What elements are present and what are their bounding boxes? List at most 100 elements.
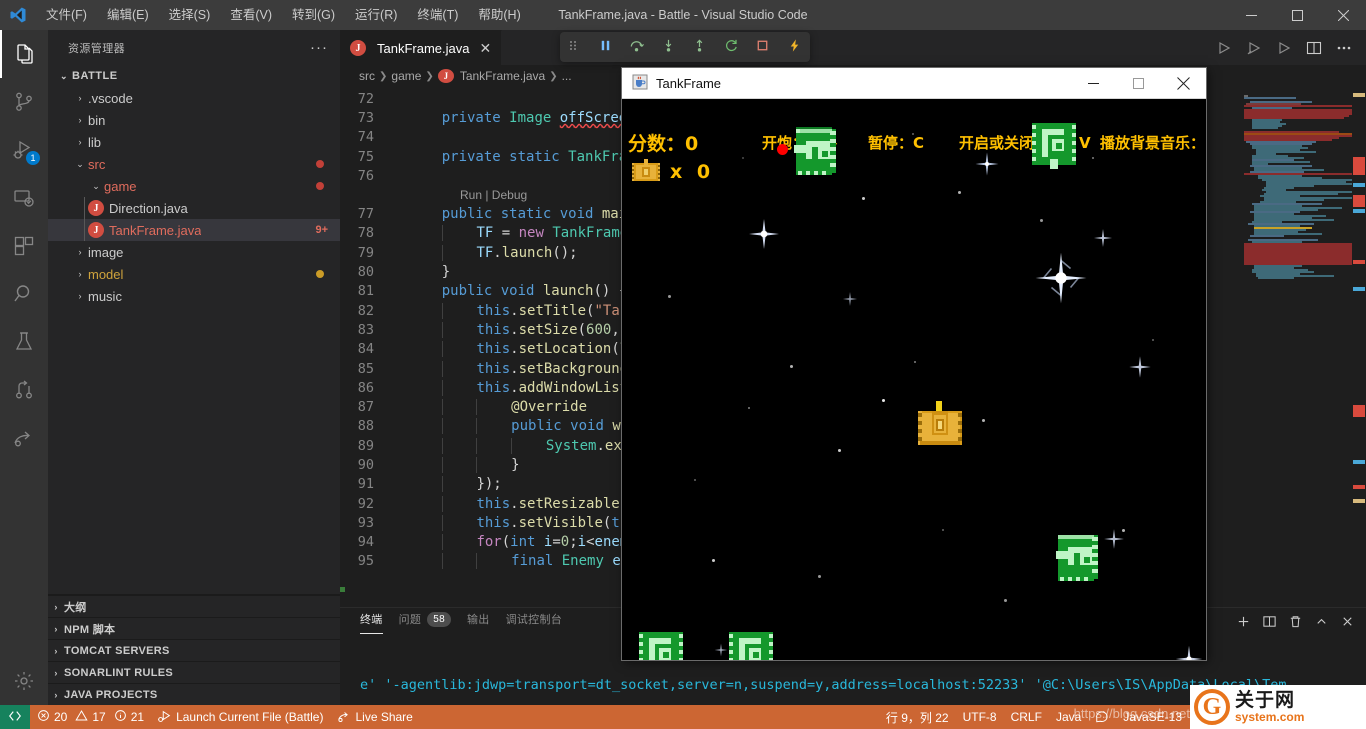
debug-toolbar-drag-handle-icon[interactable] <box>568 39 581 55</box>
breadcrumb-separator-icon: ❯ <box>549 70 558 82</box>
minimize-button[interactable] <box>1228 0 1274 30</box>
launch-config-status[interactable]: Launch Current File (Battle) <box>151 705 330 729</box>
chevron-right-icon: › <box>78 291 82 301</box>
maximize-button[interactable] <box>1274 0 1320 30</box>
cursor-position-status[interactable]: 行 9，列 22 <box>879 705 956 729</box>
game-maximize-button[interactable] <box>1116 68 1161 99</box>
run-play-button-icon[interactable] <box>1270 30 1298 65</box>
encoding-status[interactable]: UTF-8 <box>956 705 1004 729</box>
panel-tab-output[interactable]: 输出 <box>467 611 490 631</box>
breadcrumb-src[interactable]: src <box>359 69 375 83</box>
star <box>818 575 821 578</box>
tree-item-model[interactable]: › model <box>48 263 340 285</box>
editor-minimap[interactable] <box>1242 87 1352 592</box>
debug-hot-reload-icon[interactable] <box>787 38 802 56</box>
star <box>1040 219 1043 222</box>
sidebar-more-actions-icon[interactable]: ··· <box>310 39 328 56</box>
code-line: 75 private static TankFrame <box>340 147 647 166</box>
live-share-status[interactable]: Live Share <box>330 705 419 729</box>
hud-pause-hint: 暂停：C <box>868 132 924 153</box>
debug-stop-icon[interactable] <box>755 38 770 56</box>
activity-extensions-icon[interactable] <box>0 222 48 270</box>
tab-tankframe-java[interactable]: J TankFrame.java ✕ <box>340 30 503 65</box>
line-number: 94 <box>357 534 374 551</box>
debug-step-into-icon[interactable] <box>661 38 676 56</box>
activity-source-control-icon[interactable] <box>0 78 48 126</box>
star <box>982 419 985 422</box>
new-terminal-icon[interactable] <box>1232 610 1254 632</box>
activity-settings-gear-icon[interactable] <box>0 657 48 705</box>
more-actions-icon[interactable] <box>1330 30 1358 65</box>
eol-status[interactable]: CRLF <box>1004 705 1049 729</box>
tree-item-vscode[interactable]: › .vscode <box>48 87 340 109</box>
line-number: 72 <box>357 90 374 107</box>
tank-green-down-bottomleft-2 <box>727 628 777 660</box>
tree-item-music[interactable]: › music <box>48 285 340 307</box>
panel-tab-problems[interactable]: 问题 58 <box>399 611 451 631</box>
tree-item-src[interactable]: ⌄ src <box>48 153 340 175</box>
tree-item-tankframe-java[interactable]: J TankFrame.java 9+ <box>48 219 340 241</box>
section-java-projects[interactable]: › JAVA PROJECTS <box>48 683 340 705</box>
section-npm-scripts[interactable]: › NPM 脚本 <box>48 617 340 639</box>
indent-guide <box>84 197 85 219</box>
game-close-button[interactable] <box>1161 68 1206 99</box>
game-canvas[interactable]: 分数：0 开炮：空格 暂停：C 开启或关闭音乐：V 播放背景音乐：P x 0 无… <box>622 99 1206 660</box>
breadcrumb-game[interactable]: game <box>391 69 421 83</box>
section-outline[interactable]: › 大纲 <box>48 595 340 617</box>
close-panel-icon[interactable] <box>1336 610 1358 632</box>
language-mode-status[interactable]: Java <box>1049 705 1088 729</box>
maximize-panel-icon[interactable] <box>1310 610 1332 632</box>
breadcrumb-symbol[interactable]: ... <box>562 69 572 83</box>
overview-warning-mark <box>1353 499 1365 503</box>
menu-goto[interactable]: 转到(G) <box>282 3 345 27</box>
hud-score-label: 分数： <box>628 133 686 155</box>
panel-tab-debug-console[interactable]: 调试控制台 <box>506 611 563 631</box>
game-minimize-button[interactable] <box>1071 68 1116 99</box>
split-terminal-icon[interactable] <box>1258 610 1280 632</box>
menu-run[interactable]: 运行(R) <box>345 3 407 27</box>
activity-explorer-icon[interactable] <box>0 30 48 78</box>
menu-view[interactable]: 查看(V) <box>220 3 282 27</box>
menu-help[interactable]: 帮助(H) <box>468 3 530 27</box>
close-button[interactable] <box>1320 0 1366 30</box>
panel-tab-terminal[interactable]: 终端 <box>360 611 383 634</box>
activity-testing-icon[interactable] <box>0 318 48 366</box>
menu-file[interactable]: 文件(F) <box>36 3 97 27</box>
menu-select[interactable]: 选择(S) <box>159 3 221 27</box>
tree-item-direction-java[interactable]: J Direction.java <box>48 197 340 219</box>
tree-item-bin[interactable]: › bin <box>48 109 340 131</box>
tree-item-lib[interactable]: › lib <box>48 131 340 153</box>
tree-item-battle[interactable]: ⌄ BATTLE <box>48 65 340 87</box>
feedback-status[interactable] <box>1088 705 1116 729</box>
tank-green-right <box>790 127 842 180</box>
activity-pull-requests-icon[interactable] <box>0 366 48 414</box>
tankframe-game-window[interactable]: TankFrame 分数：0 暂停：C 开启或关闭音乐：V 播放背景音乐：P x… <box>622 68 1206 660</box>
editor-overview-ruler[interactable] <box>1352 87 1366 592</box>
activity-remote-explorer-icon[interactable] <box>0 174 48 222</box>
activity-search-icon[interactable] <box>0 270 48 318</box>
tab-close-icon[interactable]: ✕ <box>479 41 491 55</box>
section-tomcat-servers[interactable]: › TOMCAT SERVERS <box>48 639 340 661</box>
kill-terminal-icon[interactable] <box>1284 610 1306 632</box>
codelens-run-debug[interactable]: Run | Debug <box>340 185 647 204</box>
section-sonarlint-rules[interactable]: › SONARLINT RULES <box>48 661 340 683</box>
tree-item-image[interactable]: › image <box>48 241 340 263</box>
debug-restart-icon[interactable] <box>724 38 739 56</box>
debug-step-over-icon[interactable] <box>629 38 645 56</box>
breadcrumb-file[interactable]: TankFrame.java <box>460 69 545 83</box>
menu-edit[interactable]: 编辑(E) <box>97 3 159 27</box>
activity-run-debug-icon[interactable]: 1 <box>0 126 48 174</box>
line-number: 90 <box>357 456 374 473</box>
tree-item-game[interactable]: ⌄ game <box>48 175 340 197</box>
split-editor-icon[interactable] <box>1300 30 1328 65</box>
debug-pause-icon[interactable] <box>598 38 613 56</box>
debug-step-out-icon[interactable] <box>692 38 707 56</box>
menu-terminal[interactable]: 终端(T) <box>407 3 468 27</box>
chevron-right-icon: › <box>78 247 82 257</box>
codelens-label[interactable]: Run | Debug <box>460 188 527 202</box>
problems-status[interactable]: 20 17 21 <box>30 705 151 729</box>
run-debug-button-icon[interactable] <box>1240 30 1268 65</box>
activity-live-share-icon[interactable] <box>0 414 48 462</box>
run-button-icon[interactable] <box>1210 30 1238 65</box>
remote-window-indicator[interactable] <box>0 705 30 729</box>
